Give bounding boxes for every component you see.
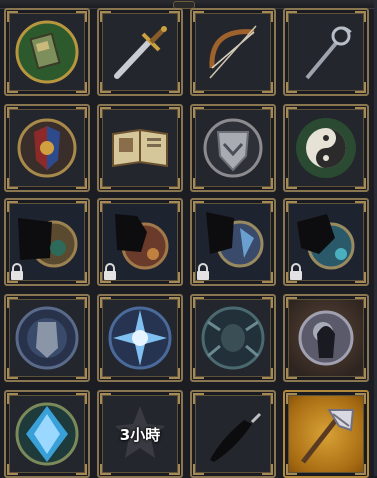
item-slot-locked-blue-beast[interactable]: [190, 198, 276, 286]
lock-icon: [197, 263, 209, 280]
yin-yang-icon: [296, 118, 356, 178]
hooded-reaper-icon: [298, 310, 354, 366]
item-slot-locked-dark-crest[interactable]: [4, 198, 90, 286]
green-book-icon: [15, 20, 79, 84]
item-slot-cooldown[interactable]: 3小時: [97, 390, 183, 478]
bow-icon: [209, 25, 257, 79]
item-slot-locked-teal-beast[interactable]: [283, 198, 369, 286]
item-slot-sword[interactable]: [97, 8, 183, 96]
item-slot-bow[interactable]: [190, 8, 276, 96]
item-slot-winged-shield[interactable]: [190, 104, 276, 192]
inventory-grid: 3小時: [0, 0, 377, 478]
item-slot-black-quill[interactable]: [190, 390, 276, 478]
item-slot-yin-yang[interactable]: [283, 104, 369, 192]
item-slot-armored-knight[interactable]: [4, 294, 90, 382]
winged-shield-icon: [203, 118, 263, 178]
armored-knight-icon: [15, 306, 79, 370]
item-slot-green-book[interactable]: [4, 8, 90, 96]
blue-crystal-icon: [15, 402, 79, 466]
lock-icon: [11, 263, 23, 280]
cooldown-timer: 3小時: [119, 425, 161, 444]
lock-icon: [104, 263, 116, 280]
item-slot-spider[interactable]: [190, 294, 276, 382]
item-slot-spellbook[interactable]: [97, 104, 183, 192]
spellbook-icon: [112, 128, 168, 168]
lock-icon: [290, 263, 302, 280]
staff-icon: [305, 26, 352, 80]
spider-icon: [201, 306, 265, 370]
black-quill-icon: [210, 412, 262, 462]
item-slot-hooded-reaper[interactable]: [283, 294, 369, 382]
item-slot-star-burst[interactable]: [97, 294, 183, 382]
sword-icon: [114, 26, 167, 79]
star-burst-icon: [108, 306, 172, 370]
item-slot-silver-axe[interactable]: [283, 390, 369, 478]
item-slot-blue-crystal[interactable]: [4, 390, 90, 478]
item-slot-heraldic-crest[interactable]: [4, 104, 90, 192]
heraldic-crest-icon: [17, 118, 77, 178]
silver-axe-icon: [301, 409, 355, 464]
item-slot-staff[interactable]: [283, 8, 369, 96]
item-slot-locked-dragon-crest[interactable]: [97, 198, 183, 286]
